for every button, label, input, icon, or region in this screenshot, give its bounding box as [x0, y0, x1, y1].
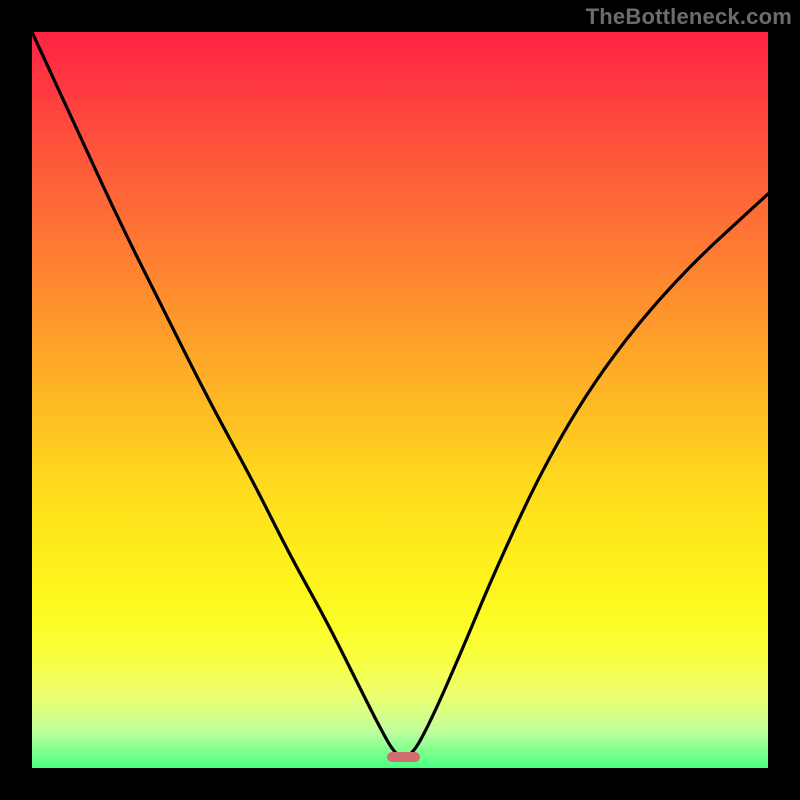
- watermark-text: TheBottleneck.com: [586, 4, 792, 30]
- curve-svg: [32, 32, 768, 768]
- min-marker: [387, 752, 420, 762]
- plot-area: [32, 32, 768, 768]
- curve-path: [32, 32, 768, 757]
- chart-frame: TheBottleneck.com: [0, 0, 800, 800]
